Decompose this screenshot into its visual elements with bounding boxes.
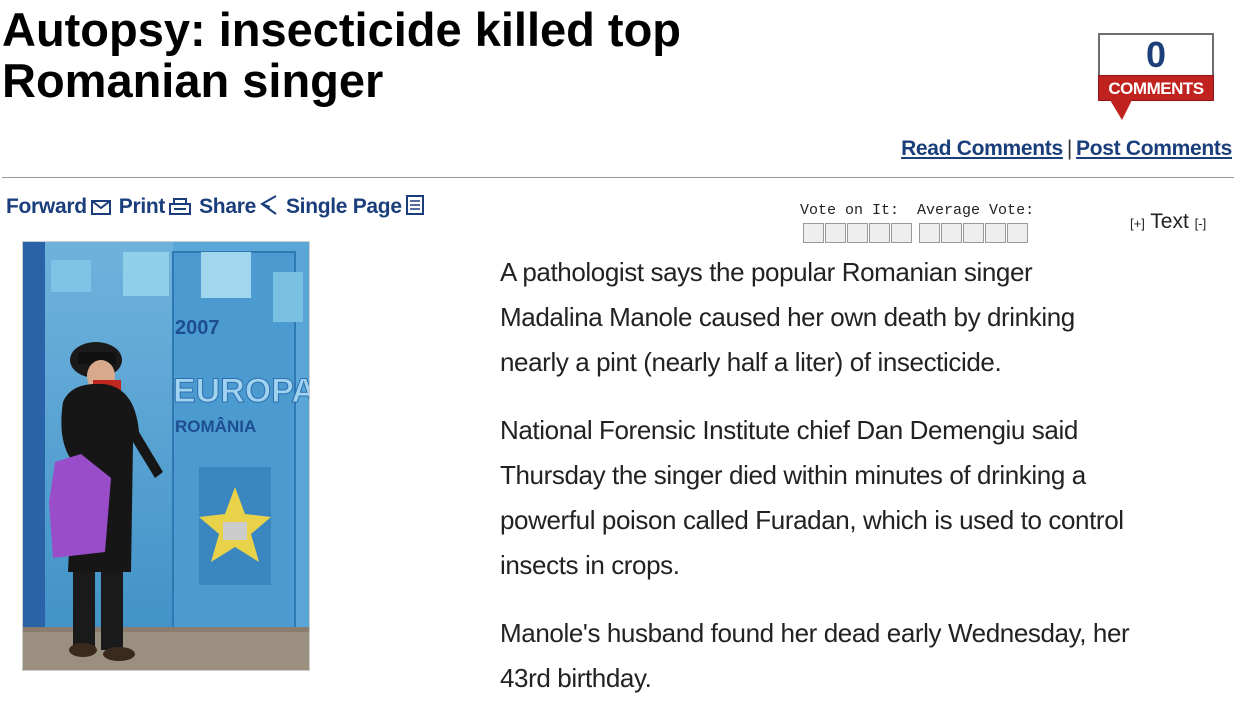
article-line: insects in crops. <box>500 550 680 580</box>
text-size-control: [+] Text [-] <box>1130 210 1206 234</box>
forward-label: Forward <box>6 195 87 218</box>
share-icon <box>260 195 277 215</box>
text-decrease-button[interactable]: [-] <box>1195 216 1207 231</box>
average-star <box>1007 223 1028 243</box>
article-line: Thursday the singer died within minutes … <box>500 460 1086 490</box>
vote-labels: Vote on It: Average Vote: <box>800 202 1034 219</box>
article-line: 43rd birthday. <box>500 663 652 693</box>
forward-button[interactable]: Forward <box>6 195 119 218</box>
article-title-line-1: Autopsy: insecticide killed top <box>2 3 681 56</box>
post-comments-link[interactable]: Post Comments <box>1076 137 1232 160</box>
print-label: Print <box>118 195 166 218</box>
comments-label: COMMENTS <box>1098 75 1214 101</box>
read-comments-link[interactable]: Read Comments <box>901 137 1063 160</box>
average-star <box>941 223 962 243</box>
average-vote-label: Average Vote: <box>917 202 1035 219</box>
page-icon <box>405 195 424 215</box>
printer-icon <box>169 198 192 215</box>
average-star <box>963 223 984 243</box>
print-button[interactable]: Print <box>119 195 199 218</box>
poster-country-text: ROMÂNIA <box>175 417 256 436</box>
article-photo: 2007 EUROPA ROMÂNIA <box>22 241 316 671</box>
vote-star[interactable] <box>825 223 846 243</box>
article-line: powerful poison called Furadan, which is… <box>500 505 1124 535</box>
article-toolbar: Forward Print Share Single Page <box>6 195 432 219</box>
single-page-label: Single Page <box>285 195 402 218</box>
header-divider <box>2 177 1234 178</box>
speech-bubble-tail-icon <box>1110 100 1132 120</box>
text-increase-button[interactable]: [+] <box>1130 216 1145 231</box>
article-paragraph: A pathologist says the popular Romanian … <box>500 250 1250 385</box>
comment-count-box: 0 <box>1098 33 1214 75</box>
comment-links-separator: | <box>1066 137 1073 160</box>
comment-count: 0 <box>1145 34 1167 75</box>
comment-count-badge[interactable]: 0 COMMENTS <box>1098 33 1214 121</box>
single-page-button[interactable]: Single Page <box>286 195 432 218</box>
vote-star[interactable] <box>803 223 824 243</box>
average-star <box>985 223 1006 243</box>
article-body: A pathologist says the popular Romanian … <box>500 250 1250 724</box>
article-paragraph: National Forensic Institute chief Dan De… <box>500 408 1250 588</box>
envelope-icon <box>90 200 111 215</box>
text-size-label: Text <box>1150 210 1189 233</box>
poster-year-text: 2007 <box>175 317 220 339</box>
vote-star[interactable] <box>891 223 912 243</box>
article-paragraph: Manole's husband found her dead early We… <box>500 611 1250 701</box>
average-star <box>919 223 940 243</box>
vote-on-it-label: Vote on It: <box>800 202 900 219</box>
share-button[interactable]: Share <box>199 195 286 218</box>
article-line: Manole's husband found her dead early We… <box>500 618 1130 648</box>
share-label: Share <box>199 195 256 218</box>
vote-star[interactable] <box>847 223 868 243</box>
poster-big-text: EUROPA <box>173 372 309 410</box>
article-line: A pathologist says the popular Romanian … <box>500 257 1033 287</box>
article-line: National Forensic Institute chief Dan De… <box>500 415 1078 445</box>
article-photo-image: 2007 EUROPA ROMÂNIA <box>23 242 316 670</box>
comment-links: Read Comments | Post Comments <box>901 137 1232 161</box>
vote-star[interactable] <box>869 223 890 243</box>
article-title: Autopsy: insecticide killed top Romanian… <box>2 4 902 106</box>
vote-stars <box>803 223 1029 248</box>
article-line: Madalina Manole caused her own death by … <box>500 302 1075 332</box>
article-line: nearly a pint (nearly half a liter) of i… <box>500 347 1002 377</box>
article-title-line-2: Romanian singer <box>2 54 384 107</box>
